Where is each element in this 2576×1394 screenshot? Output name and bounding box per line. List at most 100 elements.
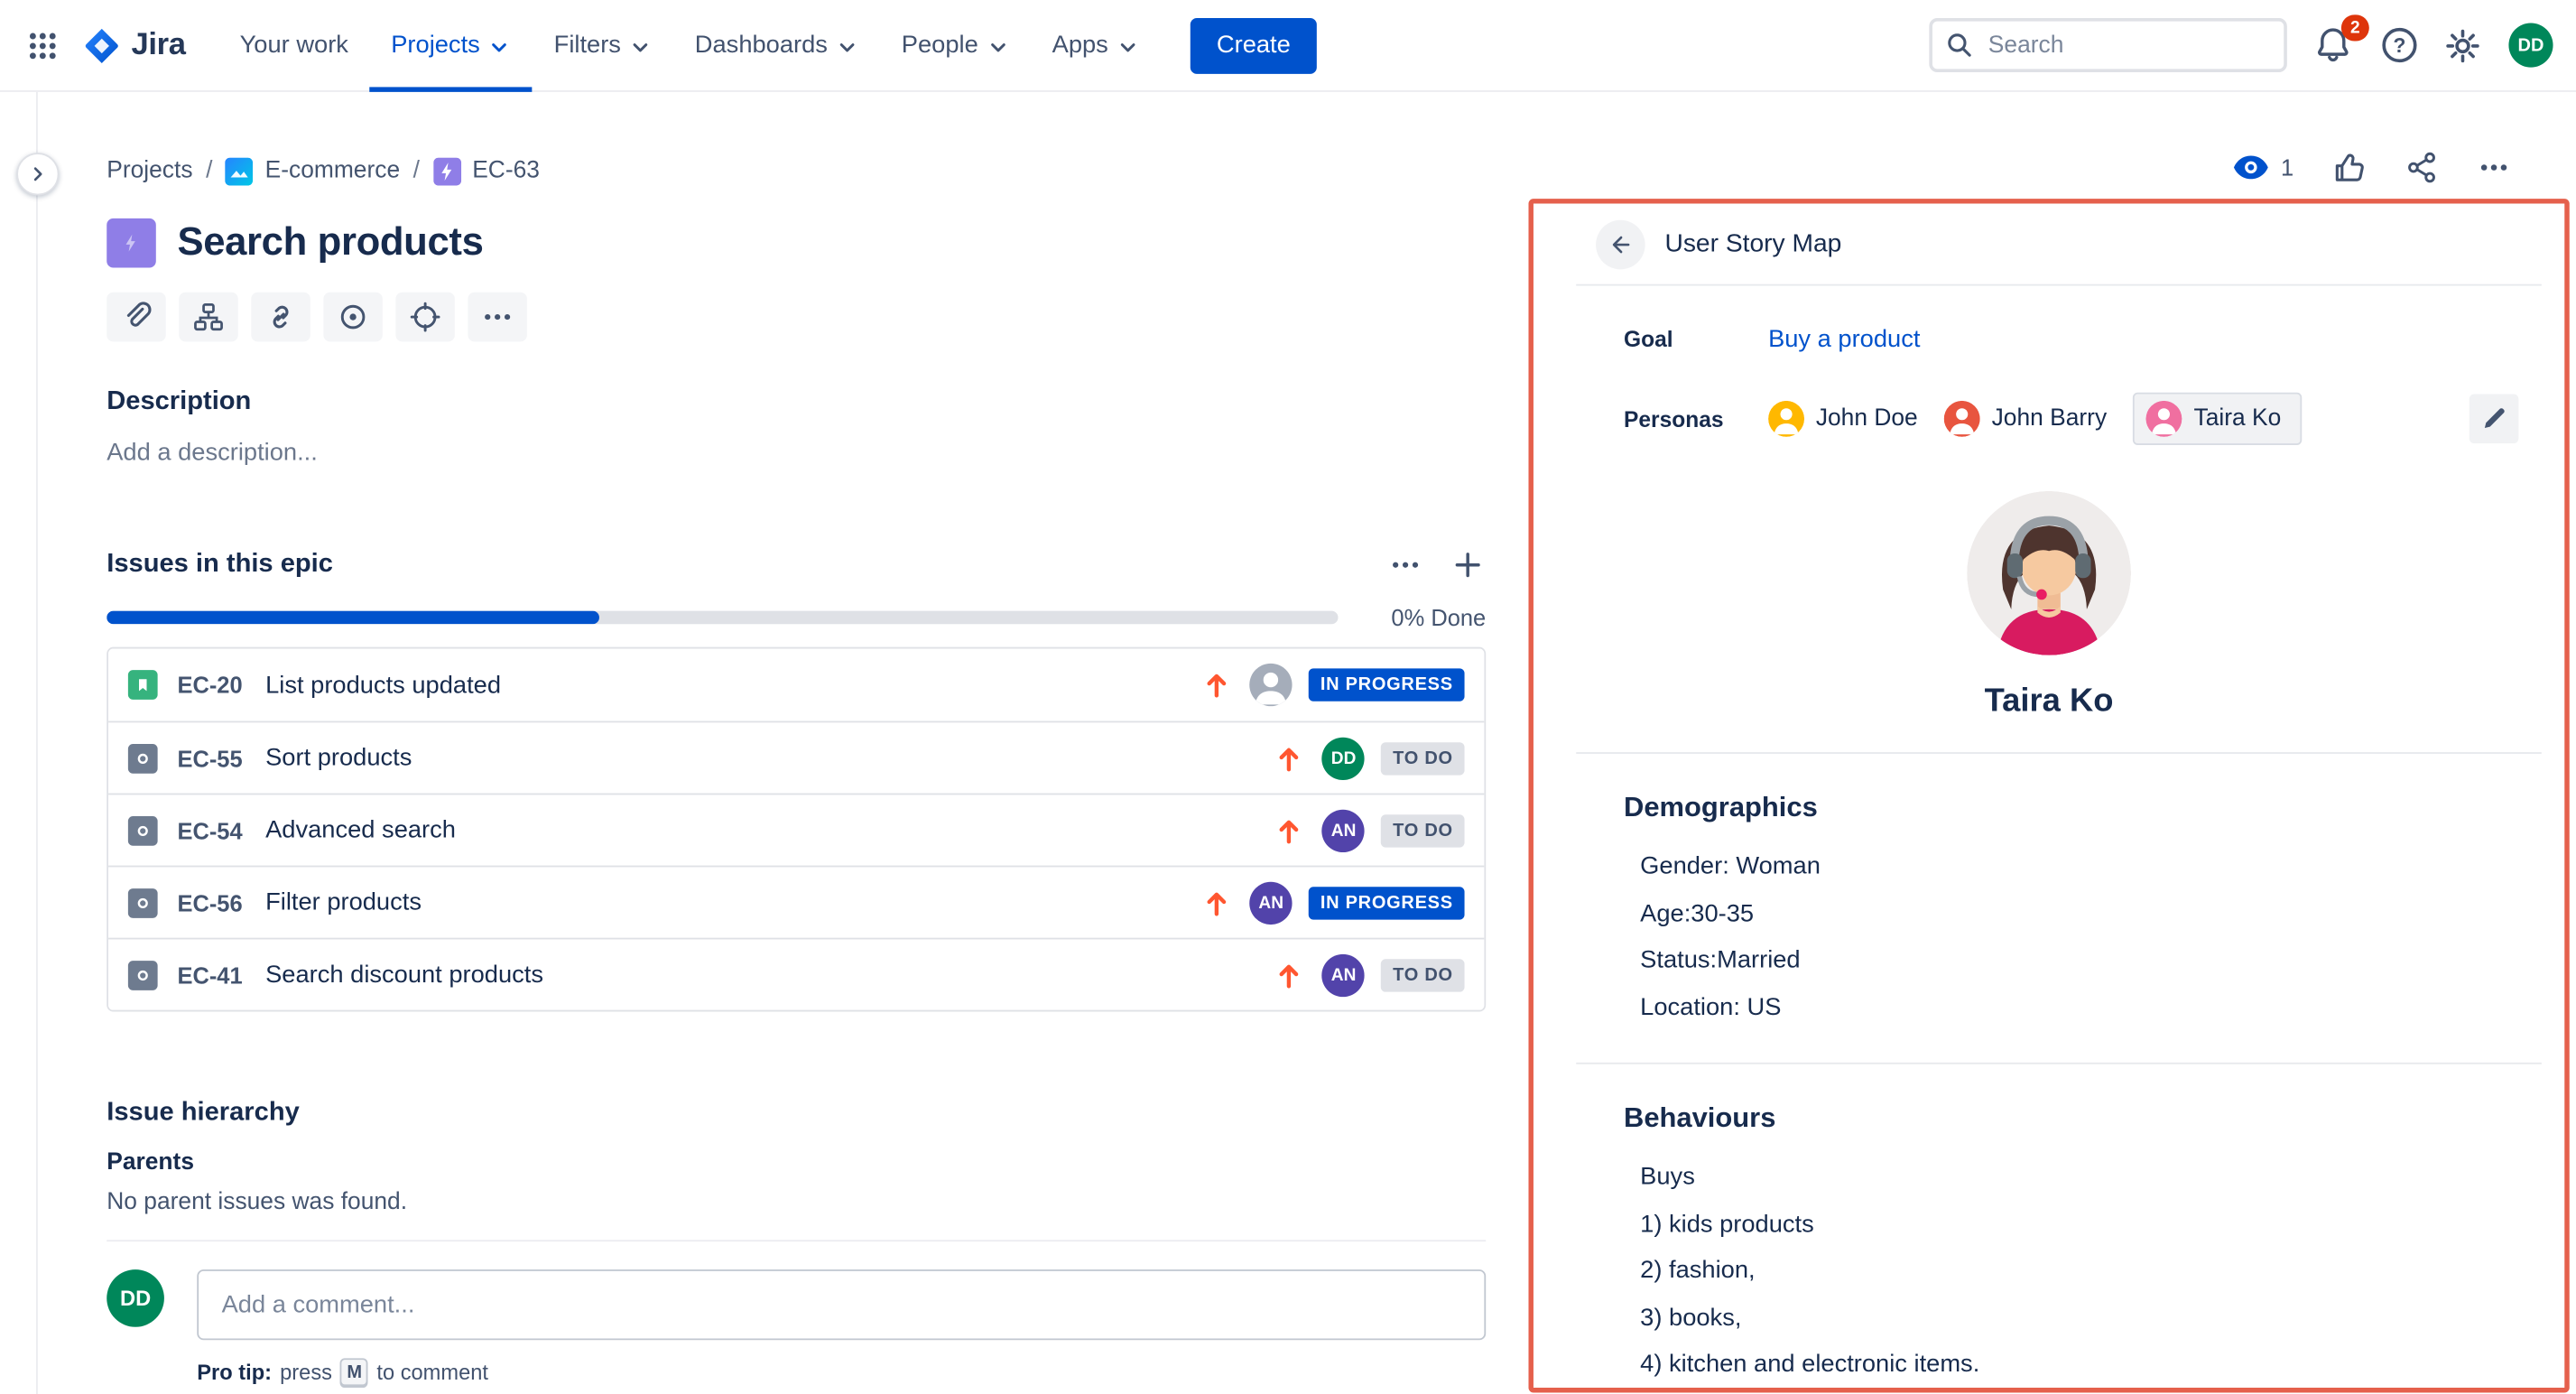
create-button[interactable]: Create: [1191, 17, 1317, 73]
persona-avatar-icon: [2146, 401, 2182, 437]
breadcrumb-project[interactable]: E-commerce: [226, 157, 400, 185]
breadcrumb-issue[interactable]: EC-63: [433, 157, 540, 185]
issue-key[interactable]: EC-56: [177, 889, 242, 915]
nav-people[interactable]: People: [880, 0, 1031, 91]
expand-sidebar-button[interactable]: [16, 153, 59, 195]
issue-key[interactable]: EC-20: [177, 672, 242, 698]
behaviours-list: Buys 1) kids products 2) fashion, 3) boo…: [1640, 1155, 2525, 1393]
nav-right-cluster: 2 ? DD: [1929, 18, 2553, 72]
description-heading: Description: [107, 387, 1486, 417]
assignee-avatar[interactable]: AN: [1250, 881, 1293, 924]
issue-summary[interactable]: Advanced search: [265, 816, 456, 844]
issue-summary[interactable]: List products updated: [265, 671, 501, 699]
issue-row[interactable]: EC-56 Filter products AN IN PROGRESS: [108, 866, 1484, 938]
watch-button[interactable]: 1: [2233, 154, 2293, 181]
nav-filters[interactable]: Filters: [533, 0, 673, 91]
issue-row[interactable]: EC-55 Sort products DD TO DO: [108, 721, 1484, 794]
ellipsis-icon: [2478, 151, 2510, 183]
persona-name: John Doe: [1816, 405, 1918, 432]
edit-personas-button[interactable]: [2469, 395, 2519, 444]
quick-actions: [107, 293, 1486, 342]
status-badge[interactable]: TO DO: [1381, 958, 1464, 990]
priority-high-icon: [1200, 668, 1233, 701]
notifications-button[interactable]: 2: [2315, 25, 2355, 65]
chevron-down-icon: [987, 35, 1009, 58]
demographic-line: Location: US: [1640, 984, 2525, 1031]
arrow-left-icon: [1608, 231, 1634, 257]
project-avatar-icon: [226, 157, 254, 185]
global-search: [1929, 18, 2287, 72]
issue-key[interactable]: EC-55: [177, 745, 242, 771]
breadcrumb-projects[interactable]: Projects: [107, 158, 192, 184]
comment-user-avatar: DD: [107, 1269, 164, 1327]
help-icon[interactable]: ?: [2382, 28, 2416, 62]
assignee-avatar[interactable]: DD: [1322, 737, 1365, 779]
epic-more-button[interactable]: [1387, 547, 1423, 583]
more-quick-actions-button[interactable]: [468, 293, 526, 342]
nav-your-work[interactable]: Your work: [218, 0, 370, 91]
persona-chip-john-barry[interactable]: John Barry: [1944, 401, 2107, 437]
jira-logo[interactable]: Jira: [82, 25, 186, 65]
attach-button[interactable]: [107, 293, 165, 342]
nav-dashboards[interactable]: Dashboards: [673, 0, 880, 91]
persona-avatar-icon: [1768, 401, 1804, 437]
assignee-avatar[interactable]: AN: [1322, 809, 1365, 851]
add-scope-button[interactable]: [395, 293, 454, 342]
goal-link[interactable]: Buy a product: [1768, 325, 1920, 353]
assignee-avatar[interactable]: AN: [1322, 953, 1365, 996]
issue-row[interactable]: EC-54 Advanced search AN TO DO: [108, 794, 1484, 866]
issue-summary[interactable]: Filter products: [265, 888, 422, 916]
epic-issues-header: Issues in this epic: [107, 547, 1486, 583]
panel-header: User Story Map: [1534, 204, 2564, 284]
breadcrumb-separator: /: [413, 158, 420, 184]
priority-high-icon: [1273, 741, 1305, 774]
goal-label: Goal: [1624, 327, 1768, 351]
top-nav: Jira Your work Projects Filters Dashboar…: [0, 0, 2576, 92]
breadcrumb-separator: /: [206, 158, 212, 184]
user-avatar[interactable]: DD: [2508, 23, 2553, 67]
issue-row[interactable]: EC-41 Search discount products AN TO DO: [108, 938, 1484, 1010]
comment-input[interactable]: [197, 1269, 1486, 1340]
issue-row[interactable]: EC-20 List products updated IN PROGRESS: [108, 649, 1484, 721]
priority-high-icon: [1273, 958, 1305, 990]
settings-gear-icon[interactable]: [2444, 27, 2480, 63]
share-button[interactable]: [2405, 151, 2438, 183]
epic-issue-list: EC-20 List products updated IN PROGRESS: [107, 647, 1486, 1012]
epic-issues-heading: Issues in this epic: [107, 550, 333, 580]
paperclip-icon: [120, 301, 153, 333]
issue-summary[interactable]: Sort products: [265, 744, 412, 772]
add-issue-button[interactable]: [1450, 547, 1486, 583]
more-actions-button[interactable]: [2478, 151, 2510, 183]
issue-summary[interactable]: Search discount products: [265, 961, 543, 989]
status-badge[interactable]: IN PROGRESS: [1309, 668, 1464, 701]
add-flag-button[interactable]: [323, 293, 382, 342]
nav-apps[interactable]: Apps: [1031, 0, 1161, 91]
persona-chip-taira-ko[interactable]: Taira Ko: [2133, 393, 2303, 445]
chevron-down-icon: [836, 35, 858, 58]
issue-key[interactable]: EC-41: [177, 962, 242, 988]
pencil-icon: [2481, 405, 2507, 432]
issue-key[interactable]: EC-54: [177, 817, 242, 843]
issue-type-icon: [128, 815, 158, 845]
status-badge[interactable]: IN PROGRESS: [1309, 886, 1464, 918]
back-button[interactable]: [1596, 219, 1645, 269]
parents-label: Parents: [107, 1149, 1486, 1176]
demographic-line: Status:Married: [1640, 938, 2525, 985]
persona-chip-john-doe[interactable]: John Doe: [1768, 401, 1918, 437]
share-icon: [2405, 151, 2438, 183]
status-badge[interactable]: TO DO: [1381, 813, 1464, 846]
search-input[interactable]: [1929, 18, 2287, 72]
nav-projects[interactable]: Projects: [370, 0, 533, 91]
like-button[interactable]: [2333, 151, 2366, 183]
goal-row: Goal Buy a product: [1534, 325, 2564, 353]
description-placeholder[interactable]: Add a description...: [107, 439, 1486, 467]
app-switcher-icon[interactable]: [16, 19, 69, 71]
behaviour-line: 4) kitchen and electronic items.: [1640, 1342, 2525, 1389]
link-issue-button[interactable]: [251, 293, 310, 342]
add-child-issue-button[interactable]: [179, 293, 237, 342]
breadcrumb-project-label: E-commerce: [265, 158, 400, 184]
issue-type-icon: [128, 743, 158, 773]
status-badge[interactable]: TO DO: [1381, 741, 1464, 774]
unassigned-avatar-icon[interactable]: [1250, 664, 1293, 706]
epic-icon: [433, 157, 461, 185]
